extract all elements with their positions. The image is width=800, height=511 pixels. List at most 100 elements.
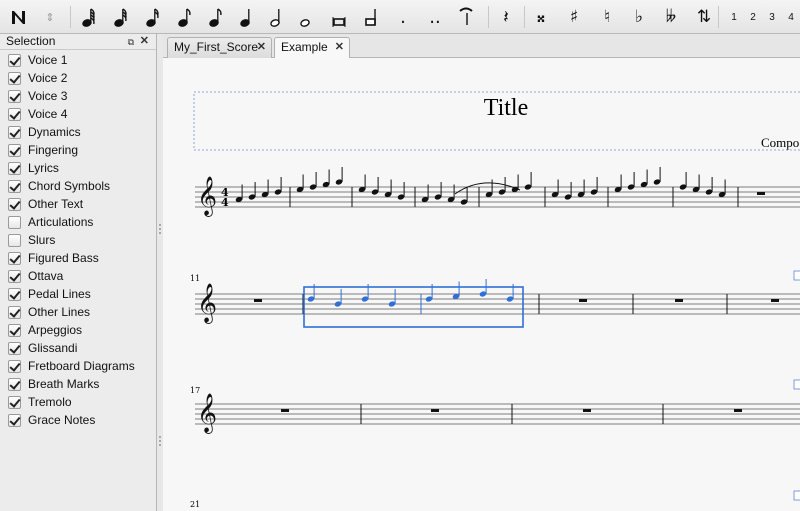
staff-system-3[interactable]: 𝄞 [195, 393, 800, 434]
tab-example[interactable]: Example ✕ [274, 37, 350, 59]
selection-filter-chord-symbols[interactable]: Chord Symbols [8, 177, 110, 195]
note[interactable] [640, 169, 648, 189]
selection-filter-fretboard-diagrams[interactable]: Fretboard Diagrams [8, 357, 135, 375]
checkbox[interactable] [8, 125, 21, 139]
double-augmentation-dot-button[interactable]: .. [424, 3, 446, 31]
voice-3-button[interactable]: 3 [764, 3, 780, 31]
whole-note-icon[interactable] [266, 3, 288, 31]
selection-filter-articulations[interactable]: Articulations [8, 213, 93, 231]
selection-filter-voice-2[interactable]: Voice 2 [8, 69, 67, 87]
selection-filter-grace-notes[interactable]: Grace Notes [8, 411, 95, 429]
note[interactable] [388, 289, 396, 308]
note[interactable] [627, 172, 635, 191]
selection-filter-pedal-lines[interactable]: Pedal Lines [8, 285, 91, 303]
checkbox[interactable] [8, 323, 21, 337]
note[interactable] [322, 169, 330, 189]
chevron-updown-icon[interactable]: ⇕ [40, 3, 60, 31]
selection-filter-lyrics[interactable]: Lyrics [8, 159, 59, 177]
checkbox[interactable] [8, 341, 21, 355]
checkbox[interactable] [8, 53, 21, 67]
close-tab-icon[interactable]: ✕ [257, 38, 266, 57]
checkbox[interactable] [8, 305, 21, 319]
32nd-note-icon[interactable] [110, 3, 132, 31]
sharp-icon[interactable]: ♯ [563, 3, 585, 31]
whole-rest[interactable] [734, 409, 742, 412]
checkbox[interactable] [8, 161, 21, 175]
checkbox[interactable] [8, 287, 21, 301]
selection-filter-glissandi[interactable]: Glissandi [8, 339, 77, 357]
note[interactable] [452, 281, 460, 301]
voice-1-button[interactable]: 1 [726, 3, 742, 31]
half-note-icon[interactable] [236, 3, 258, 31]
natural-icon[interactable]: ♮ [596, 3, 618, 31]
tab-my-first-score[interactable]: My_First_Score ✕ [167, 37, 272, 58]
checkbox[interactable] [8, 413, 21, 427]
selection-filter-voice-4[interactable]: Voice 4 [8, 105, 67, 123]
checkbox[interactable] [8, 143, 21, 157]
selection-filter-arpeggios[interactable]: Arpeggios [8, 321, 82, 339]
treble-clef-icon[interactable]: 𝄞 [197, 283, 217, 324]
rest-icon[interactable]: 𝄽 [495, 3, 517, 31]
note[interactable] [296, 174, 304, 194]
whole-rest[interactable] [579, 299, 587, 302]
selection-filter-voice-3[interactable]: Voice 3 [8, 87, 67, 105]
note[interactable] [498, 177, 506, 196]
note-input-icon[interactable] [6, 3, 32, 31]
note[interactable] [434, 182, 442, 201]
note[interactable] [692, 174, 700, 194]
time-signature-bottom[interactable]: 4 [221, 196, 229, 209]
score-composer[interactable]: Compo [761, 135, 799, 150]
note[interactable] [485, 179, 493, 199]
checkbox[interactable] [8, 359, 21, 373]
checkbox[interactable] [8, 215, 21, 229]
selection-filter-slurs[interactable]: Slurs [8, 231, 55, 249]
selection-filter-figured-bass[interactable]: Figured Bass [8, 249, 99, 267]
score-title[interactable]: Title [484, 95, 528, 121]
note[interactable] [653, 167, 661, 186]
whole-rest[interactable] [675, 299, 683, 302]
checkbox[interactable] [8, 71, 21, 85]
note[interactable] [248, 182, 256, 201]
note[interactable] [705, 177, 713, 196]
staff-system-2[interactable]: 𝄞 [195, 283, 800, 324]
tie-icon[interactable] [455, 3, 477, 31]
checkbox[interactable] [8, 395, 21, 409]
note[interactable] [590, 177, 598, 196]
note[interactable] [511, 174, 519, 194]
selection-filter-other-lines[interactable]: Other Lines [8, 303, 90, 321]
checkbox[interactable] [8, 107, 21, 121]
voice-2-button[interactable]: 2 [745, 3, 761, 31]
checkbox[interactable] [8, 269, 21, 283]
note[interactable] [274, 177, 282, 196]
16th-note-icon[interactable] [142, 3, 164, 31]
checkbox[interactable] [8, 251, 21, 265]
checkbox[interactable] [8, 197, 21, 211]
score-page[interactable]: Title Compo 𝄞 4411𝄞17𝄞21 [163, 58, 800, 511]
system-marker-icon[interactable] [793, 379, 800, 390]
close-panel-icon[interactable]: ✕ [140, 34, 149, 49]
checkbox[interactable] [8, 377, 21, 391]
note[interactable] [397, 182, 405, 201]
whole-rest[interactable] [771, 299, 779, 302]
note[interactable] [335, 167, 343, 186]
note[interactable] [358, 174, 366, 194]
whole-rest[interactable] [757, 192, 765, 195]
double-flat-icon[interactable]: 𝄫 [660, 3, 682, 31]
64th-note-icon[interactable] [78, 3, 100, 31]
checkbox[interactable] [8, 179, 21, 193]
selection-filter-dynamics[interactable]: Dynamics [8, 123, 81, 141]
staff-system-1[interactable]: 𝄞 [195, 176, 800, 217]
close-tab-icon[interactable]: ✕ [335, 38, 344, 57]
selection-filter-other-text[interactable]: Other Text [8, 195, 83, 213]
checkbox[interactable] [8, 89, 21, 103]
longa-icon[interactable] [360, 3, 382, 31]
whole-rest[interactable] [583, 409, 591, 412]
note[interactable] [524, 172, 532, 191]
selection-filter-ottava[interactable]: Ottava [8, 267, 63, 285]
voice-4-button[interactable]: 4 [783, 3, 799, 31]
note[interactable] [261, 179, 269, 199]
note[interactable] [564, 182, 572, 201]
whole-rest[interactable] [254, 299, 262, 302]
note[interactable] [334, 289, 342, 308]
float-panel-icon[interactable]: ⧉ [128, 35, 134, 50]
